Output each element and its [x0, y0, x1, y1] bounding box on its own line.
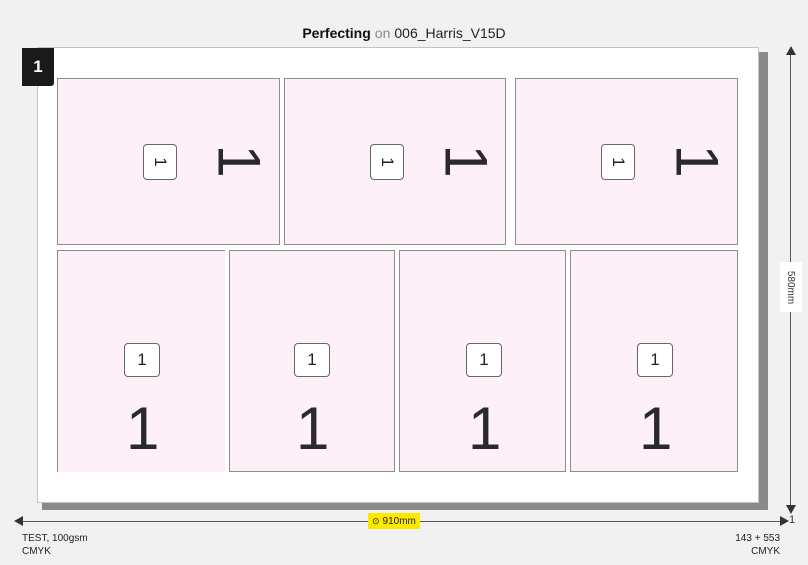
offset-info: 143 + 553 CMYK — [735, 532, 780, 558]
sheet-height-label: 580mm — [780, 262, 802, 312]
sheet-width-label[interactable]: ⊙ 910mm — [368, 513, 420, 529]
page-cell[interactable]: 1 1 — [229, 250, 395, 472]
page-cell[interactable]: 1 1 — [515, 78, 738, 245]
page-number-badge: 1 — [294, 343, 330, 377]
sheet-width-value: 910mm — [382, 515, 416, 527]
page-number-large: 1 — [468, 395, 502, 462]
page-number-badge: 1 — [124, 343, 160, 377]
page-cell[interactable]: 1 1 — [570, 250, 738, 472]
page-cell[interactable]: 1 1 — [399, 250, 566, 472]
page-number-large: 1 — [126, 395, 160, 462]
arrow-left-icon — [14, 516, 23, 526]
print-mode: Perfecting — [302, 25, 371, 41]
grain-direction-icon: ⊙ — [372, 515, 380, 526]
page-cell[interactable]: 1 1 — [284, 78, 506, 245]
page-title: Perfecting on 006_Harris_V15D — [0, 24, 808, 42]
stock-name: TEST, 100gsm — [22, 533, 88, 544]
sheet-offset: 143 + 553 — [735, 533, 780, 544]
side-count: 1 — [789, 514, 796, 526]
back-color-mode: CMYK — [751, 546, 780, 557]
page-number-badge: 1 — [143, 144, 177, 180]
page-cell[interactable]: 1 1 — [57, 78, 280, 245]
front-color-mode: CMYK — [22, 546, 51, 557]
page-number-large: 1 — [663, 144, 731, 178]
page-number-large: 1 — [432, 144, 500, 178]
sheet-number-badge[interactable]: 1 — [22, 48, 54, 86]
title-connector: on — [374, 25, 391, 41]
page-number-large: 1 — [296, 395, 330, 462]
arrow-down-icon — [786, 505, 796, 514]
page-cell[interactable]: 1 1 — [57, 250, 225, 472]
stock-info: TEST, 100gsm CMYK — [22, 532, 88, 558]
page-number-badge: 1 — [601, 144, 635, 180]
arrow-right-icon — [780, 516, 789, 526]
page-number-badge: 1 — [637, 343, 673, 377]
press-name: 006_Harris_V15D — [394, 25, 506, 41]
page-number-badge: 1 — [466, 343, 502, 377]
arrow-up-icon — [786, 46, 796, 55]
page-number-badge: 1 — [370, 144, 404, 180]
page-number-large: 1 — [639, 395, 673, 462]
page-number-large: 1 — [205, 144, 273, 178]
